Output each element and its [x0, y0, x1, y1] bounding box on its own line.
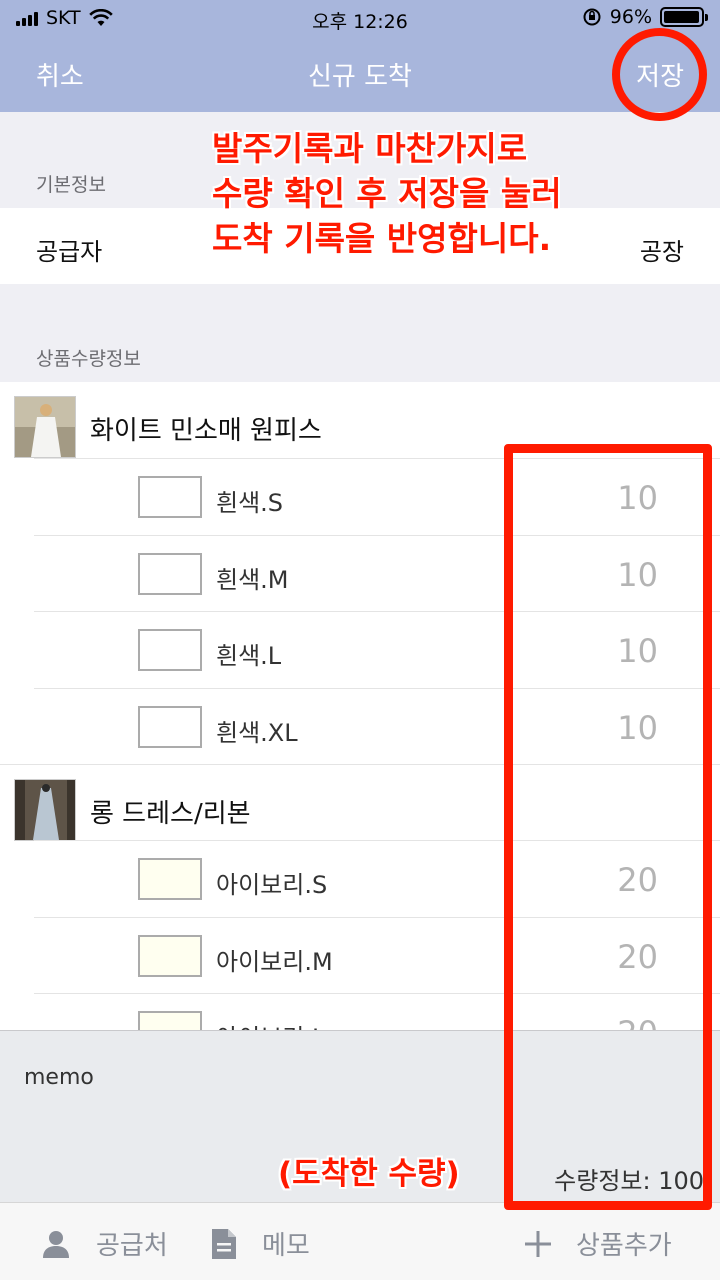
tab-supplier-label: 공급처 [96, 1231, 168, 1261]
arrived-quantity-annotation: (도착한 수량) [278, 1156, 460, 1192]
tab-supplier[interactable]: 공급처 [40, 1225, 168, 1262]
memo-label: memo [24, 1065, 94, 1090]
battery-icon [660, 7, 708, 27]
color-swatch [138, 1011, 202, 1032]
tab-memo[interactable]: 메모 [210, 1225, 310, 1262]
product-name: 화이트 민소매 원피스 [90, 416, 322, 446]
supplier-label: 공급자 [36, 238, 103, 266]
status-bar: SKT 오후 12:26 96% [0, 0, 720, 36]
variant-name: 흰색.L [216, 642, 282, 670]
variant-name: 흰색.M [216, 565, 289, 594]
color-swatch [138, 629, 202, 671]
color-swatch [138, 934, 202, 977]
navigation-bar: SKT 오후 12:26 96% 취소 신규 도착 저장 [0, 0, 720, 112]
add-product-button[interactable]: 상품추가 [524, 1225, 672, 1262]
product-thumbnail [14, 779, 76, 841]
color-swatch [138, 705, 202, 748]
color-swatch [138, 476, 202, 518]
battery-fill [664, 11, 699, 23]
product-name: 롱 드레스/리본 [90, 799, 251, 829]
document-icon [212, 1228, 236, 1259]
section-header-basic-info: 기본정보 [36, 174, 106, 196]
quantity-highlight-box [504, 444, 712, 1210]
person-icon [43, 1230, 69, 1258]
color-swatch [138, 858, 202, 900]
annotation-line: 수량 확인 후 저장을 눌러 [212, 174, 562, 213]
variant-name: 아이보리.S [216, 871, 328, 899]
annotation-line: 발주기록과 마찬가지로 [212, 129, 528, 168]
section-header-product-qty: 상품수량정보 [36, 348, 141, 370]
add-product-label: 상품추가 [576, 1231, 672, 1261]
product-thumbnail [14, 396, 76, 458]
supplier-value: 공장 [639, 238, 684, 266]
bottom-toolbar: 공급처 메모 상품추가 [0, 1202, 720, 1280]
orientation-lock-icon [583, 8, 601, 26]
annotation-line: 도착 기록을 반영합니다. [212, 219, 552, 258]
save-highlight-circle [612, 28, 707, 121]
variant-name: 흰색.XL [216, 718, 298, 747]
variant-name: 아이보리.M [216, 947, 333, 976]
variant-name: 흰색.S [216, 489, 284, 517]
tab-memo-label: 메모 [262, 1231, 310, 1261]
battery-percent: 96% [609, 6, 652, 28]
instruction-annotation: 발주기록과 마찬가지로 수량 확인 후 저장을 눌러 도착 기록을 반영합니다. [212, 126, 562, 261]
plus-icon [525, 1230, 551, 1257]
status-right: 96% [582, 6, 708, 28]
color-swatch [138, 552, 202, 595]
